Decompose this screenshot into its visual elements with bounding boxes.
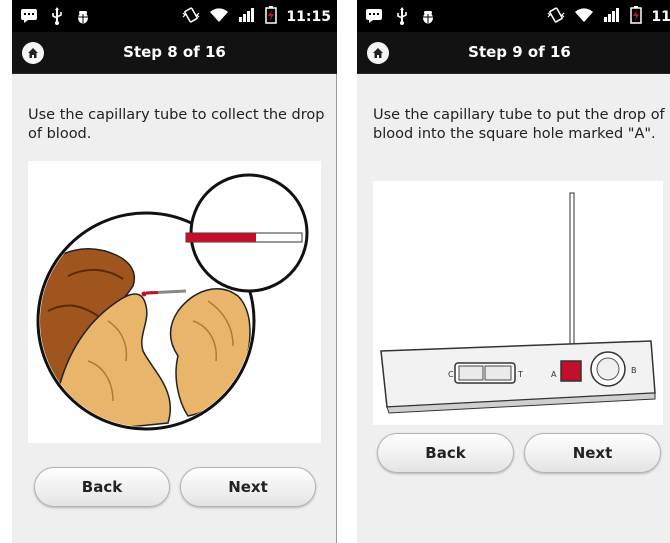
illustration-collect-blood [28,161,321,443]
back-button[interactable]: Back [377,433,514,473]
battery-charging-icon [630,6,643,28]
screen-step-9: 11:15 Step 9 of 16 Use the capillary tub… [357,0,670,543]
battery-charging-icon [265,6,278,28]
cassette-label-c: C [448,370,454,379]
instruction-text: Use the capillary tube to collect the dr… [28,107,325,142]
title-bar: Step 8 of 16 [12,32,337,74]
signal-icon [238,7,256,27]
status-time: 11:15 [286,9,331,25]
status-bar: 11:15 [357,0,670,32]
cassette-label-b: B [631,366,637,375]
title-bar: Step 9 of 16 [357,32,670,74]
instruction-text: Use the capillary tube to put the drop o… [373,107,665,142]
debug-icon [421,8,435,28]
next-button[interactable]: Next [180,467,316,507]
back-button[interactable]: Back [34,467,170,507]
screen-divider [336,0,337,543]
signal-icon [603,7,621,27]
cassette-label-t: T [517,370,523,379]
screen-step-8: 11:15 Step 8 of 16 Use the capillary tub… [12,0,337,543]
status-bar: 11:15 [12,0,337,32]
usb-icon [395,7,409,29]
cassette-label-a: A [551,370,557,379]
status-time: 11:15 [651,9,670,25]
wifi-icon [574,7,594,27]
debug-icon [76,8,90,28]
page-title: Step 8 of 16 [123,43,226,61]
wifi-icon [209,7,229,27]
chat-icon [20,8,38,28]
page-title: Step 9 of 16 [468,43,571,61]
next-button[interactable]: Next [524,433,661,473]
chat-icon [365,8,383,28]
vibrate-icon [547,7,565,27]
usb-icon [50,7,64,29]
illustration-test-cassette: C T A B [373,181,663,425]
vibrate-icon [182,7,200,27]
